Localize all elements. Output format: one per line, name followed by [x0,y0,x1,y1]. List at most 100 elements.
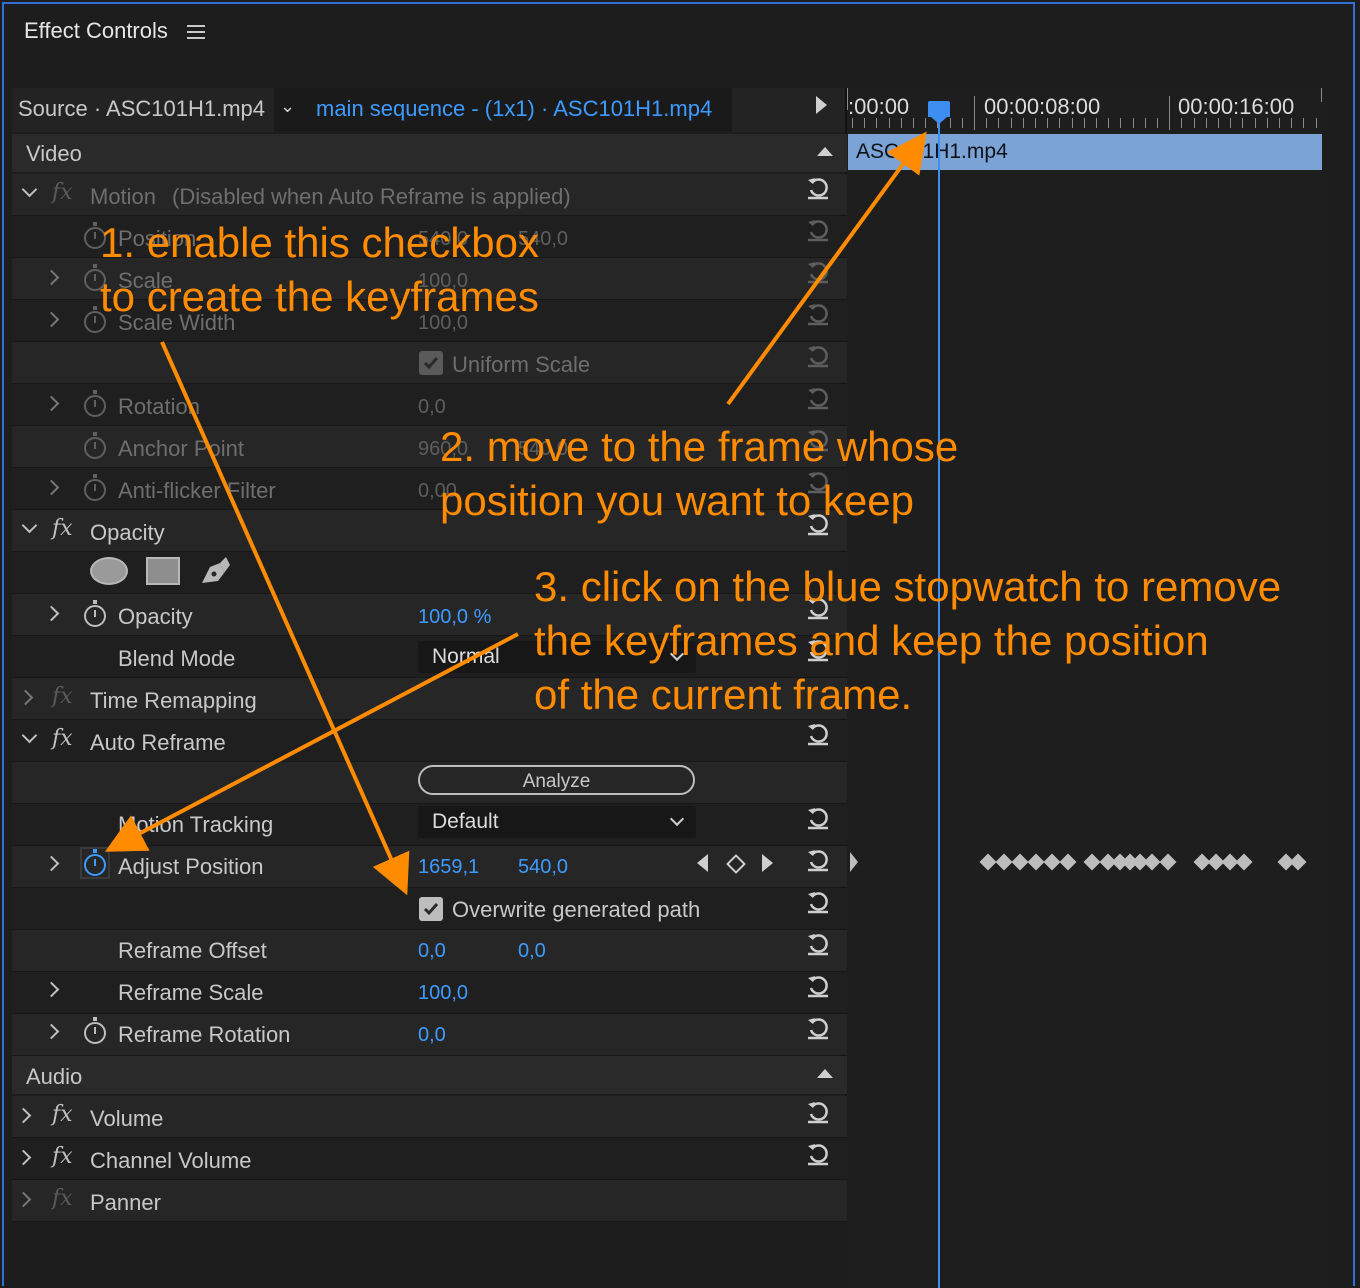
analyze-label: Analyze [522,771,591,792]
collapse-up-icon[interactable] [817,147,833,156]
empty-panel-space [12,1222,847,1288]
stopwatch-icon[interactable] [84,1017,106,1044]
stopwatch-icon[interactable] [84,600,106,627]
reframe-offset-x[interactable]: 0,0 [418,940,446,963]
reframe-offset-label: Reframe Offset [118,938,267,963]
reset-icon[interactable] [806,218,828,242]
annotation-step3: 3. click on the blue stopwatch to remove… [534,563,1282,718]
reframe-scale-label: Reframe Scale [118,980,264,1005]
volume-name: Volume [90,1106,164,1131]
ruler-tick [1144,118,1146,128]
reset-icon[interactable] [806,1100,828,1124]
fx-toggle-icon[interactable]: fx [52,1102,73,1127]
opacity-label: Opacity [118,604,193,629]
timecode-end: 00:00:16:00 [1178,94,1295,119]
rectangle-mask-icon[interactable] [146,557,180,585]
panner-name: Panner [90,1190,161,1215]
ruler-tick [1303,118,1305,128]
reframe-rotation-label: Reframe Rotation [118,1022,291,1047]
audio-section-header [12,1056,847,1094]
reset-icon[interactable] [806,806,828,830]
reset-icon[interactable] [806,848,828,872]
fx-toggle-icon[interactable]: fx [52,684,73,709]
keyframe-edge-icon [850,852,858,872]
motion-tracking-value: Default [432,810,499,833]
chevron-down-icon [669,811,685,827]
next-keyframe-icon[interactable] [762,854,773,872]
hamburger-menu-icon[interactable] [187,22,205,40]
reset-icon[interactable] [806,722,828,746]
reset-icon[interactable] [806,344,828,368]
reset-icon[interactable] [806,260,828,284]
channel-volume-name: Channel Volume [90,1148,252,1173]
overwrite-path-checkbox[interactable] [419,897,443,921]
time-remapping-name: Time Remapping [90,688,257,713]
reframe-offset-y[interactable]: 0,0 [518,940,546,963]
stopwatch-icon[interactable] [84,390,106,417]
anchor-point-label: Anchor Point [118,436,244,461]
source-label[interactable]: Source · ASC101H1.mp4 [18,96,265,122]
previous-keyframe-icon[interactable] [697,854,708,872]
timecode-start: :00:00 [848,94,910,119]
reset-icon[interactable] [806,302,828,326]
stopwatch-icon[interactable] [84,849,106,876]
clip-name: ASC101H1.mp4 [856,140,1008,163]
reset-icon[interactable] [806,1016,828,1040]
pen-mask-icon[interactable] [198,553,234,587]
opacity-value[interactable]: 100,0 % [418,606,491,629]
fx-toggle-icon[interactable]: fx [52,726,73,751]
reframe-scale-value[interactable]: 100,0 [418,982,468,1005]
motion-tracking-label: Motion Tracking [118,812,274,837]
motion-effect-name: Motion [90,184,157,209]
timeline-clip[interactable]: ASC101H1.mp4 [848,134,1322,170]
rotation-label: Rotation [118,394,200,419]
reset-icon[interactable] [806,974,828,998]
ruler-tick [974,96,975,130]
fx-toggle-icon[interactable]: fx [52,1186,73,1211]
opacity-effect-name: Opacity [90,520,165,545]
reset-icon[interactable] [806,932,828,956]
ruler-tick [1169,96,1171,130]
fx-toggle-icon[interactable]: fx [52,516,73,541]
show-timeline-toggle-icon[interactable] [816,96,827,114]
reset-icon[interactable] [806,386,828,410]
blend-mode-value: Normal [432,645,500,668]
ruler-tick [1132,118,1134,128]
panel-title: Effect Controls [24,18,168,43]
ruler-tick [925,118,927,128]
uniform-scale-label: Uniform Scale [452,352,591,377]
video-section-label: Video [26,141,82,166]
adjust-position-y[interactable]: 540,0 [518,856,568,879]
adjust-position-label: Adjust Position [118,854,264,879]
ruler-tick [1315,118,1317,128]
ruler-tick [949,118,951,128]
ruler-tick [1108,118,1110,128]
video-section-header [12,134,847,172]
chevron-down-icon[interactable]: ⌄ [280,96,295,117]
motion-disabled-note: (Disabled when Auto Reframe is applied) [172,184,571,209]
motion-tracking-dropdown[interactable]: Default [418,806,696,838]
sequence-label[interactable]: main sequence - (1x1) · ASC101H1.mp4 [316,96,712,122]
reset-icon[interactable] [806,890,828,914]
reset-icon[interactable] [806,176,828,200]
ruler-tick [1157,118,1158,128]
annotation-step1: 1. enable this checkbox to create the key… [100,219,539,320]
collapse-up-icon[interactable] [817,1069,833,1078]
adjust-position-x[interactable]: 1659,1 [418,856,479,879]
audio-section-label: Audio [26,1064,83,1089]
analyze-button[interactable]: Analyze [418,765,695,795]
annotation-step2: 2. move to the frame whose position you w… [440,423,959,524]
timecode-mid: 00:00:08:00 [984,94,1101,119]
ruler-tick [913,118,914,128]
reset-icon[interactable] [806,1142,828,1166]
stopwatch-icon[interactable] [84,432,106,459]
ellipse-mask-icon[interactable] [90,557,128,585]
auto-reframe-name: Auto Reframe [90,730,226,755]
playhead-handle[interactable] [928,101,950,124]
rotation-value[interactable]: 0,0 [418,396,446,419]
fx-toggle-icon[interactable]: fx [52,1144,73,1169]
reframe-rotation-value[interactable]: 0,0 [418,1024,446,1047]
fx-disabled-icon[interactable]: fx [52,180,73,205]
uniform-scale-checkbox[interactable] [419,351,443,375]
stopwatch-icon[interactable] [84,474,106,501]
